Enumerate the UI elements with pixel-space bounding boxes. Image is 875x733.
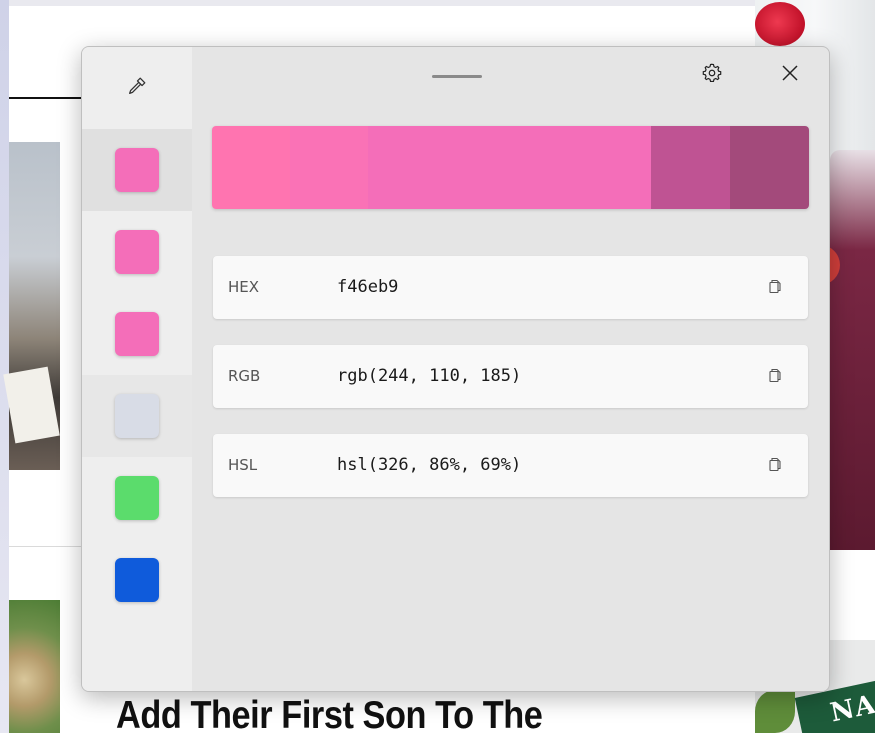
color-shades-bar: [212, 126, 809, 209]
format-label: HEX: [228, 278, 260, 296]
format-value[interactable]: hsl(326, 86%, 69%): [337, 455, 521, 475]
copy-button[interactable]: [761, 274, 789, 302]
copy-button[interactable]: [761, 363, 789, 391]
color-history-item[interactable]: [82, 293, 192, 375]
color-swatch: [115, 230, 159, 274]
color-history-item[interactable]: [82, 457, 192, 539]
color-shade[interactable]: [212, 126, 290, 209]
format-value[interactable]: rgb(244, 110, 185): [337, 366, 521, 386]
close-icon: [781, 64, 799, 87]
settings-button[interactable]: [692, 55, 732, 95]
color-format-row-rgb: RGB rgb(244, 110, 185): [213, 345, 808, 408]
color-swatch: [115, 148, 159, 192]
color-swatch: [115, 476, 159, 520]
current-color-shade[interactable]: [368, 126, 651, 209]
color-shade[interactable]: [290, 126, 368, 209]
color-format-row-hsl: HSL hsl(326, 86%, 69%): [213, 434, 808, 497]
eyedropper-button[interactable]: [82, 47, 192, 129]
color-picker-window: HEX f46eb9 RGB rgb(244, 110, 185) HSL hsl(326…: [81, 46, 830, 692]
color-history-item[interactable]: [82, 375, 192, 457]
copy-icon: [767, 278, 783, 299]
color-history-item[interactable]: [82, 211, 192, 293]
color-swatch: [115, 394, 159, 438]
color-swatch: [115, 312, 159, 356]
format-value[interactable]: f46eb9: [337, 277, 398, 297]
background-divider: [9, 97, 89, 99]
color-history-item[interactable]: [82, 539, 192, 621]
color-format-row-hex: HEX f46eb9: [213, 256, 808, 319]
color-history-item[interactable]: [82, 129, 192, 211]
background-bottle: [830, 150, 875, 550]
color-shade[interactable]: [730, 126, 809, 209]
eyedropper-icon: [126, 75, 148, 102]
background-photo-portrait[interactable]: [9, 600, 60, 733]
close-button[interactable]: [770, 55, 810, 95]
format-label: RGB: [228, 367, 261, 385]
background-raspberry: [755, 2, 805, 46]
background-top-bar: [9, 0, 755, 6]
color-shade[interactable]: [651, 126, 730, 209]
copy-icon: [767, 456, 783, 477]
color-swatch: [115, 558, 159, 602]
background-leaf: [755, 690, 795, 733]
drag-handle[interactable]: [432, 75, 482, 78]
color-history-sidebar: [82, 47, 192, 691]
format-label: HSL: [228, 456, 258, 474]
background-edge: [0, 0, 9, 733]
copy-icon: [767, 367, 783, 388]
background-headline[interactable]: Add Their First Son To The: [116, 694, 543, 733]
gear-icon: [701, 62, 723, 89]
copy-button[interactable]: [761, 452, 789, 480]
